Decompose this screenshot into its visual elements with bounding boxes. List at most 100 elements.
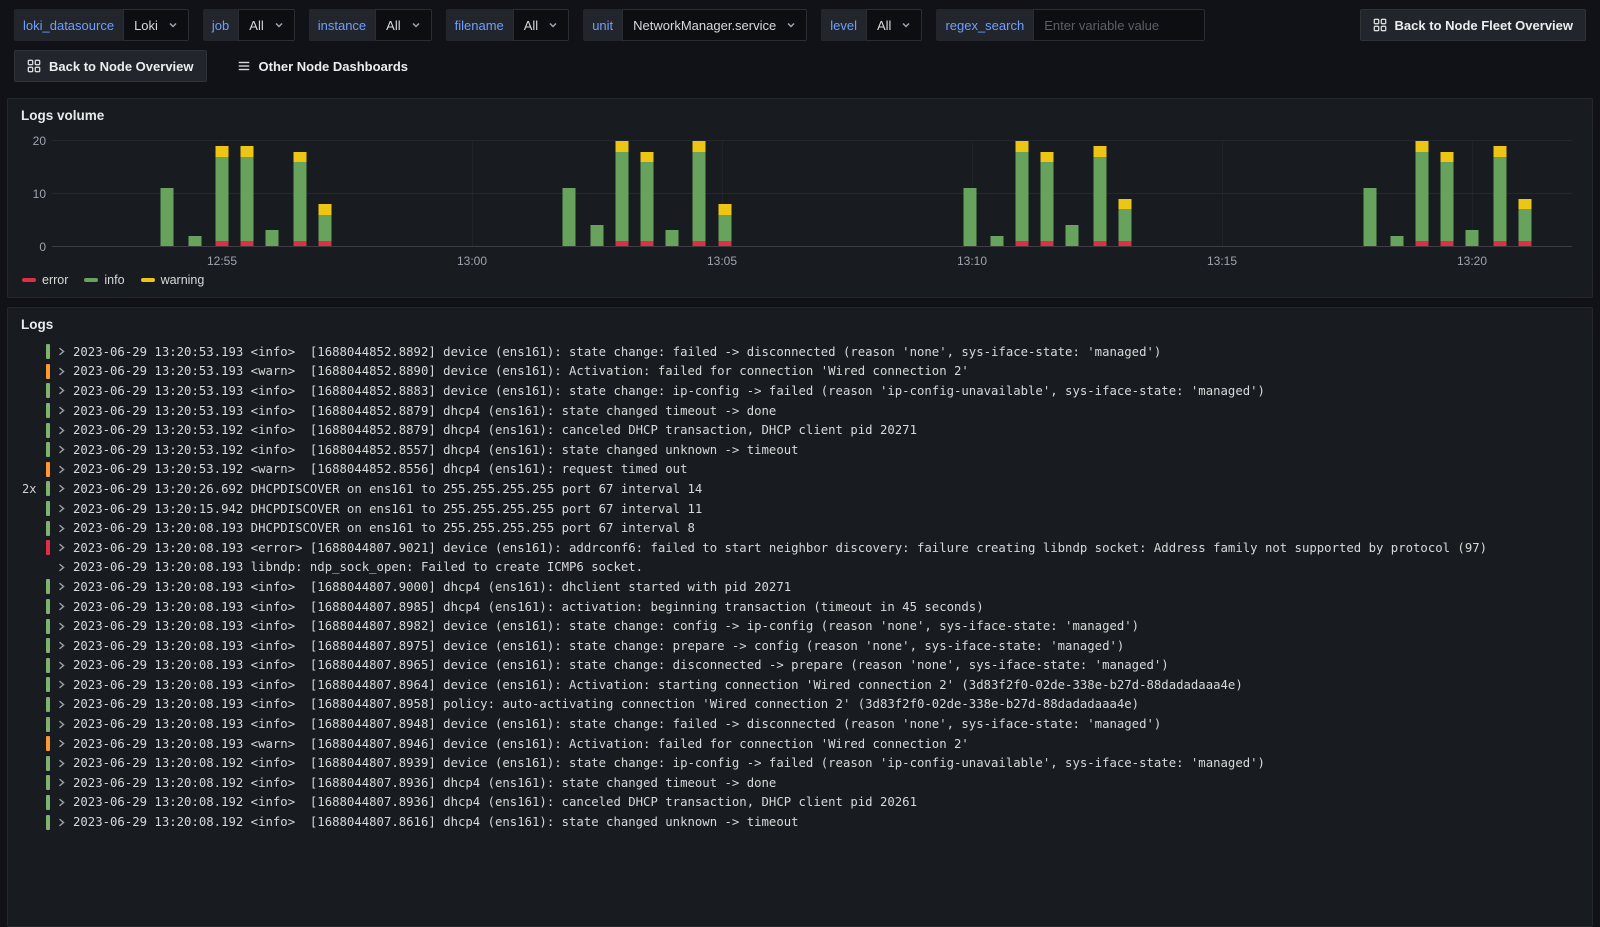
logs-volume-bar bbox=[188, 141, 201, 246]
log-row[interactable]: 2023-06-29 13:20:08.193 <info> [16880448… bbox=[14, 675, 1584, 695]
log-row[interactable]: 2023-06-29 13:20:08.193 <info> [16880448… bbox=[14, 695, 1584, 715]
logs-volume-bar bbox=[963, 141, 976, 246]
legend-item-warning[interactable]: warning bbox=[140, 273, 204, 287]
expand-chevron-icon[interactable] bbox=[57, 543, 69, 552]
bar-segment-info bbox=[963, 188, 976, 246]
log-row[interactable]: 2023-06-29 13:20:08.193 <info> [16880448… bbox=[14, 714, 1584, 734]
expand-chevron-icon[interactable] bbox=[57, 367, 69, 376]
expand-chevron-icon[interactable] bbox=[57, 818, 69, 827]
bar-segment-info bbox=[188, 235, 201, 246]
instance-select[interactable]: All bbox=[375, 9, 432, 41]
log-row[interactable]: 2023-06-29 13:20:53.192 <warn> [16880448… bbox=[14, 460, 1584, 480]
logs-volume-panel: Logs volume 0 10 20 12:55 13:00 13:05 13:10 13… bbox=[7, 98, 1593, 298]
job-select[interactable]: All bbox=[238, 9, 295, 41]
log-level-bar bbox=[46, 383, 50, 399]
log-row[interactable]: 2023-06-29 13:20:15.942 DHCPDISCOVER on … bbox=[14, 499, 1584, 519]
log-row[interactable]: 2023-06-29 13:20:08.192 <info> [16880448… bbox=[14, 812, 1584, 832]
expand-chevron-icon[interactable] bbox=[57, 739, 69, 748]
variable-label: filename bbox=[445, 9, 513, 41]
logs-volume-plot[interactable]: 0 10 20 bbox=[33, 134, 1572, 254]
expand-chevron-icon[interactable] bbox=[57, 445, 69, 454]
back-to-node-overview-button[interactable]: Back to Node Overview bbox=[14, 50, 207, 82]
logs-volume-bar bbox=[1440, 141, 1454, 246]
regex-search-input[interactable] bbox=[1033, 9, 1206, 41]
logs-panel-title[interactable]: Logs bbox=[8, 308, 1592, 334]
chart-legend: error info warning bbox=[8, 271, 1592, 297]
expand-chevron-icon[interactable] bbox=[57, 426, 69, 435]
logs-volume-chart: 0 10 20 12:55 13:00 13:05 13:10 13:15 13:20 bbox=[20, 134, 1572, 271]
expand-chevron-icon[interactable] bbox=[57, 524, 69, 533]
log-row[interactable]: 2023-06-29 13:20:53.192 <info> [16880448… bbox=[14, 440, 1584, 460]
apps-grid-icon bbox=[1373, 18, 1386, 32]
log-row[interactable]: 2023-06-29 13:20:08.193 libndp: ndp_sock… bbox=[14, 558, 1584, 578]
expand-chevron-icon[interactable] bbox=[57, 622, 69, 631]
expand-chevron-icon[interactable] bbox=[57, 582, 69, 591]
log-row[interactable]: 2023-06-29 13:20:08.192 <info> [16880448… bbox=[14, 793, 1584, 813]
bar-segment-info bbox=[615, 151, 629, 241]
log-row[interactable]: 2023-06-29 13:20:08.193 <info> [16880448… bbox=[14, 577, 1584, 597]
dashboard-panels: Logs volume 0 10 20 12:55 13:00 13:05 13:10 13… bbox=[0, 88, 1600, 927]
level-select[interactable]: All bbox=[865, 9, 923, 41]
log-row[interactable]: 2023-06-29 13:20:53.193 <info> [16880448… bbox=[14, 381, 1584, 401]
logs-volume-panel-title[interactable]: Logs volume bbox=[8, 99, 1592, 125]
variable-job: job All bbox=[202, 9, 295, 41]
filename-select[interactable]: All bbox=[512, 9, 570, 41]
expand-chevron-icon[interactable] bbox=[57, 700, 69, 709]
legend-item-error[interactable]: error bbox=[22, 273, 68, 287]
bar-segment-warning bbox=[1415, 141, 1429, 152]
log-line-text: 2023-06-29 13:20:26.692 DHCPDISCOVER on … bbox=[73, 481, 703, 496]
log-row[interactable]: 2023-06-29 13:20:08.193 <info> [16880448… bbox=[14, 616, 1584, 636]
log-row[interactable]: 2023-06-29 13:20:08.192 <info> [16880448… bbox=[14, 753, 1584, 773]
variable-unit: unit NetworkManager.service bbox=[583, 9, 808, 41]
log-row[interactable]: 2023-06-29 13:20:53.193 <info> [16880448… bbox=[14, 401, 1584, 421]
expand-chevron-icon[interactable] bbox=[57, 661, 69, 670]
log-row[interactable]: 2023-06-29 13:20:08.193 <info> [16880448… bbox=[14, 597, 1584, 617]
log-row[interactable]: 2023-06-29 13:20:08.192 <info> [16880448… bbox=[14, 773, 1584, 793]
log-row[interactable]: 2023-06-29 13:20:08.193 <warn> [16880448… bbox=[14, 734, 1584, 754]
expand-chevron-icon[interactable] bbox=[57, 759, 69, 768]
expand-chevron-icon[interactable] bbox=[57, 347, 69, 356]
bar-segment-warning bbox=[318, 204, 331, 215]
other-node-dashboards-button[interactable]: Other Node Dashboards bbox=[225, 50, 421, 82]
expand-chevron-icon[interactable] bbox=[57, 602, 69, 611]
log-line-text: 2023-06-29 13:20:15.942 DHCPDISCOVER on … bbox=[73, 501, 703, 516]
log-row[interactable]: 2023-06-29 13:20:53.192 <info> [16880448… bbox=[14, 420, 1584, 440]
back-to-fleet-overview-button[interactable]: Back to Node Fleet Overview bbox=[1359, 9, 1586, 41]
log-row[interactable]: 2023-06-29 13:20:08.193 <info> [16880448… bbox=[14, 656, 1584, 676]
expand-chevron-icon[interactable] bbox=[57, 778, 69, 787]
expand-chevron-icon[interactable] bbox=[57, 465, 69, 474]
legend-item-info[interactable]: info bbox=[84, 273, 125, 287]
logs-volume-bar bbox=[718, 141, 731, 246]
legend-swatch bbox=[84, 278, 99, 282]
expand-chevron-icon[interactable] bbox=[57, 798, 69, 807]
logs-volume-bar bbox=[1518, 141, 1531, 246]
log-level-bar bbox=[46, 363, 50, 379]
chevron-down-icon bbox=[169, 22, 177, 28]
expand-chevron-icon[interactable] bbox=[57, 406, 69, 415]
variable-label: instance bbox=[308, 9, 376, 41]
logs-volume-bar bbox=[160, 141, 174, 246]
loki-datasource-select[interactable]: Loki bbox=[123, 9, 189, 41]
log-row[interactable]: 2023-06-29 13:20:08.193 <info> [16880448… bbox=[14, 636, 1584, 656]
log-row[interactable]: 2023-06-29 13:20:08.193 DHCPDISCOVER on … bbox=[14, 518, 1584, 538]
log-line-text: 2023-06-29 13:20:53.193 <info> [16880448… bbox=[73, 383, 1265, 398]
expand-chevron-icon[interactable] bbox=[57, 720, 69, 729]
expand-chevron-icon[interactable] bbox=[57, 386, 69, 395]
expand-chevron-icon[interactable] bbox=[57, 641, 69, 650]
log-row[interactable]: 2023-06-29 13:20:08.193 <error> [1688044… bbox=[14, 538, 1584, 558]
expand-chevron-icon[interactable] bbox=[57, 563, 69, 572]
unit-select[interactable]: NetworkManager.service bbox=[622, 9, 808, 41]
expand-chevron-icon[interactable] bbox=[57, 504, 69, 513]
expand-chevron-icon[interactable] bbox=[57, 484, 69, 493]
logs-volume-bar bbox=[990, 141, 1004, 246]
bar-segment-info bbox=[1065, 225, 1079, 246]
y-gridline bbox=[52, 140, 1572, 141]
log-row[interactable]: 2023-06-29 13:20:53.193 <info> [16880448… bbox=[14, 342, 1584, 362]
log-row[interactable]: 2x 2023-06-29 13:20:26.692 DHCPDISCOVER o… bbox=[14, 479, 1584, 499]
bar-segment-error bbox=[1493, 240, 1506, 246]
x-axis-tick-label: 13:00 bbox=[456, 254, 488, 268]
log-row[interactable]: 2023-06-29 13:20:53.193 <warn> [16880448… bbox=[14, 362, 1584, 382]
log-level-bar bbox=[46, 618, 50, 634]
bar-segment-info bbox=[265, 230, 279, 246]
expand-chevron-icon[interactable] bbox=[57, 680, 69, 689]
